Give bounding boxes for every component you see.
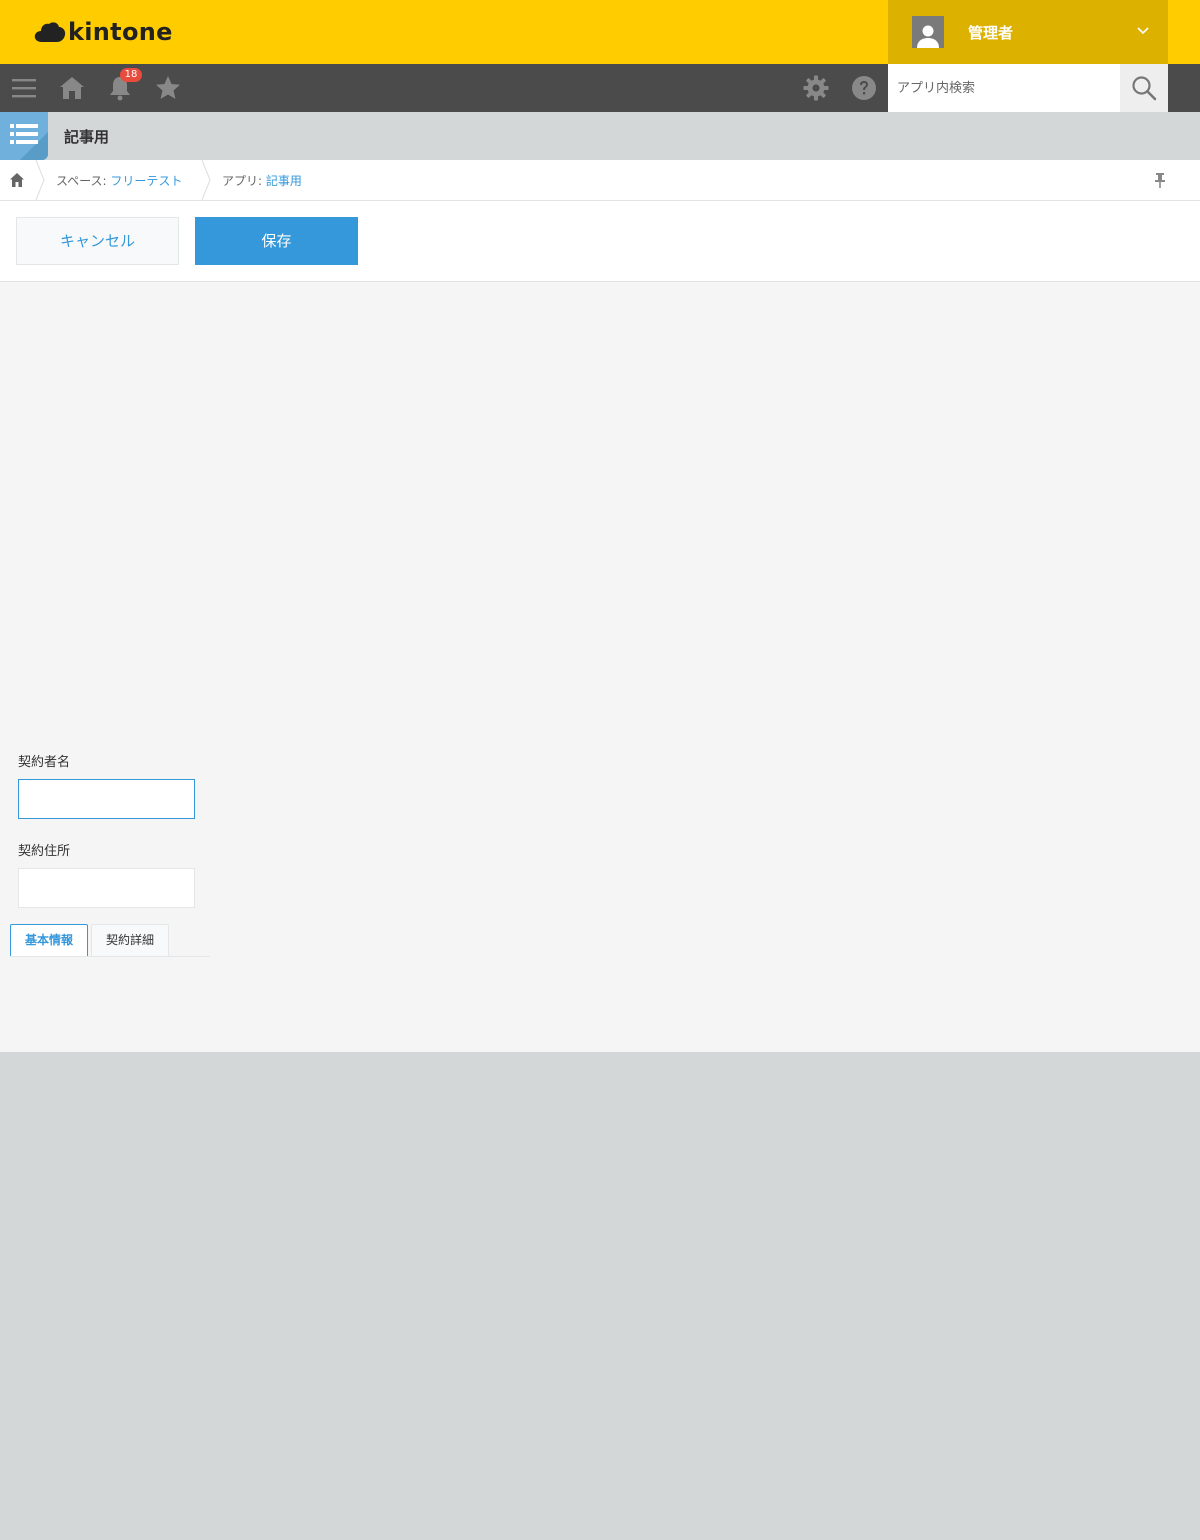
user-avatar-icon (912, 16, 944, 48)
breadcrumb-separator-icon (35, 160, 45, 200)
field-label-contract-address: 契約住所 (18, 844, 71, 859)
global-toolbar: 18 (0, 64, 1200, 112)
breadcrumb-space: スペース: フリーテスト (56, 172, 182, 189)
menu-button[interactable] (0, 64, 48, 112)
kintone-logo[interactable]: kintone (34, 16, 173, 48)
breadcrumb-app-prefix: アプリ: (222, 174, 266, 188)
breadcrumb-space-link[interactable]: フリーテスト (110, 174, 182, 188)
tab-basic-info[interactable]: 基本情報 (10, 924, 88, 956)
favorites-button[interactable] (144, 64, 192, 112)
app-title-bar: 記事用 (0, 112, 1200, 160)
breadcrumb-app-link[interactable]: 記事用 (266, 174, 302, 188)
cloud-logo-icon (34, 22, 66, 42)
help-button[interactable] (840, 64, 888, 112)
settings-button[interactable] (792, 64, 840, 112)
app-list-icon (0, 112, 48, 160)
action-bar: キャンセル 保存 (0, 201, 1200, 282)
app-title: 記事用 (64, 128, 110, 146)
home-icon (60, 77, 84, 99)
search-button[interactable] (1120, 64, 1168, 112)
gear-icon (803, 75, 829, 101)
app-search-input[interactable] (888, 64, 1120, 112)
notifications-button[interactable]: 18 (96, 64, 144, 112)
tab-contract-details[interactable]: 契約詳細 (91, 924, 169, 956)
breadcrumb-separator-icon (201, 160, 211, 200)
menu-icon (12, 79, 36, 98)
search-icon (1132, 76, 1157, 101)
top-header: kintone 管理者 (0, 0, 1200, 64)
breadcrumb: スペース: フリーテスト アプリ: 記事用 (0, 160, 1200, 201)
user-menu[interactable]: 管理者 (888, 0, 1168, 64)
contractor-name-input[interactable] (18, 779, 195, 819)
user-name: 管理者 (968, 23, 1014, 42)
home-button[interactable] (48, 64, 96, 112)
chevron-down-icon (1137, 27, 1149, 35)
field-label-contractor-name: 契約者名 (18, 755, 71, 770)
cancel-button[interactable]: キャンセル (16, 217, 179, 265)
logo-text: kintone (68, 18, 173, 46)
notification-badge: 18 (120, 68, 142, 82)
breadcrumb-app: アプリ: 記事用 (222, 172, 302, 189)
header-spacer (1168, 0, 1200, 64)
save-button[interactable]: 保存 (195, 217, 358, 265)
breadcrumb-home-icon[interactable] (9, 172, 25, 188)
breadcrumb-space-prefix: スペース: (56, 174, 111, 188)
help-icon (852, 76, 876, 100)
star-icon (156, 76, 180, 99)
record-form: 契約者名 契約住所 基本情報 契約詳細 (0, 282, 1200, 1052)
pin-icon[interactable] (1153, 172, 1167, 188)
form-tabs: 基本情報 契約詳細 (10, 924, 210, 957)
contract-address-input[interactable] (18, 868, 195, 908)
